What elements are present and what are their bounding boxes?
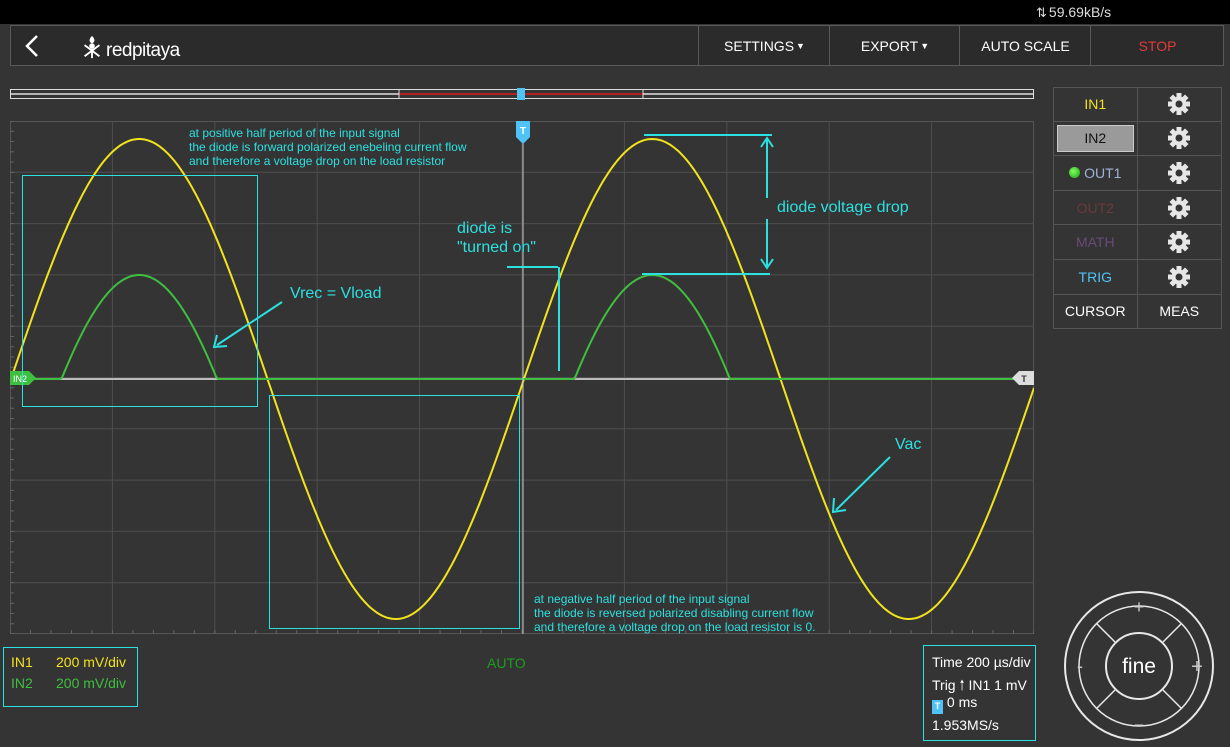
diode-on-annotation: diode is "turned on" — [457, 219, 536, 257]
annotation-line: and therefore a voltage drop on the load… — [534, 620, 816, 634]
annotation-line: diode is — [457, 220, 513, 237]
trigger-time-marker-label: T — [520, 126, 526, 137]
channel-row-math: MATH — [1053, 225, 1222, 260]
auto-scale-button[interactable]: AUTO SCALE — [959, 26, 1091, 65]
export-button[interactable]: EXPORT ▼ — [829, 26, 960, 65]
time-per-div: Time 200 µs/div — [932, 654, 1031, 670]
negative-half-box — [269, 395, 520, 629]
trig-button[interactable]: TRIG — [1054, 259, 1138, 294]
fine-button[interactable]: fine — [1122, 655, 1156, 678]
channel-panel: IN1 IN2 OUT1 OUT2 MATH TRIG CURSOR MEAS — [1053, 87, 1222, 330]
delay-value: 0 ms — [946, 694, 978, 710]
chevron-down-icon: ▼ — [796, 40, 805, 51]
auto-scale-label: AUTO SCALE — [981, 37, 1070, 54]
channel-math-settings[interactable] — [1138, 225, 1221, 259]
jog-down-button[interactable]: − — [1134, 715, 1145, 735]
buffer-position-bar[interactable] — [10, 86, 1036, 102]
positive-half-box — [22, 175, 258, 407]
settings-label: SETTINGS — [724, 37, 795, 54]
logo-text: redpitaya — [106, 40, 180, 61]
trig-source: IN1 1 mV — [968, 677, 1027, 693]
channel-row-out2: OUT2 — [1053, 190, 1222, 226]
rising-edge-icon: 🠑 — [959, 677, 965, 693]
annotation-line: and therefore a voltage drop on the load… — [189, 154, 446, 168]
trig-settings[interactable] — [1138, 260, 1221, 294]
gear-icon — [1168, 265, 1191, 288]
channel-math-button[interactable]: MATH — [1054, 225, 1138, 259]
in2-scale-value: 200 mV/div — [56, 675, 127, 691]
oscilloscope-plot[interactable]: T IN2 T at positive half period of the i… — [9, 120, 1035, 635]
gear-icon — [1168, 127, 1191, 150]
channel-out1-button[interactable]: OUT1 — [1054, 156, 1138, 190]
transfer-arrows-icon: ⇅ — [1036, 5, 1047, 20]
channel-row-in1: IN1 — [1053, 87, 1222, 122]
trigger-delay: T 0 ms — [932, 694, 977, 714]
jog-up-button[interactable]: + — [1134, 597, 1145, 617]
stop-label: STOP — [1138, 37, 1177, 54]
gear-icon — [1168, 93, 1191, 116]
channel-row-in2: IN2 — [1053, 121, 1222, 157]
annotation-line: at positive half period of the input sig… — [189, 126, 400, 140]
annotation-line: the diode is forward polarized enebeling… — [189, 140, 467, 154]
status-led-icon — [1069, 167, 1081, 179]
trigger-marker-icon: T — [932, 700, 943, 714]
redpitaya-logo-icon — [84, 35, 100, 59]
view-position-marker[interactable] — [517, 88, 525, 100]
transfer-rate: ⇅ 59.69kB/s — [1036, 4, 1111, 21]
status-bar: ⇅ 59.69kB/s — [0, 0, 1230, 24]
meas-button[interactable]: MEAS — [1138, 295, 1221, 329]
in1-scale-label: IN1 — [11, 654, 33, 670]
jog-left-button[interactable]: - — [1077, 656, 1083, 676]
annotation-line: "turned on" — [457, 239, 536, 256]
gear-icon — [1168, 161, 1191, 184]
in1-scale-value: 200 mV/div — [56, 654, 127, 670]
in2-scale-label: IN2 — [11, 675, 33, 691]
channel-out1-label: OUT1 — [1084, 164, 1122, 181]
gear-icon — [1168, 196, 1191, 219]
channel-out2-settings[interactable] — [1138, 191, 1221, 225]
channel-row-out1: OUT1 — [1053, 156, 1222, 191]
acquisition-mode: AUTO — [487, 655, 526, 671]
settings-button[interactable]: SETTINGS ▼ — [698, 26, 830, 65]
diode-drop-annotation: diode voltage drop — [777, 199, 909, 216]
jog-right-button[interactable]: + — [1191, 656, 1203, 678]
timebase-info-box: Time 200 µs/div Trig 🠑 IN1 1 mV T 0 ms 1… — [923, 645, 1036, 741]
stop-button[interactable]: STOP — [1090, 26, 1224, 65]
channel-scale-box: IN1 200 mV/div IN2 200 mV/div — [3, 647, 138, 707]
navbar: redpitaya SETTINGS ▼ EXPORT ▼ AUTO SCALE S… — [10, 25, 1224, 66]
trigger-level-marker-label: T — [1021, 374, 1027, 384]
export-label: EXPORT — [860, 37, 919, 54]
jog-control[interactable]: fine + − - + — [1062, 589, 1216, 743]
channel-in1-button[interactable]: IN1 — [1054, 88, 1138, 121]
chevron-down-icon: ▼ — [920, 40, 930, 51]
tools-row: CURSOR MEAS — [1053, 294, 1222, 330]
channel-in1-settings[interactable] — [1138, 88, 1221, 121]
channel-in2-button[interactable]: IN2 — [1054, 121, 1138, 156]
sample-rate: 1.953MS/s — [932, 717, 999, 733]
trigger-time-marker[interactable]: T — [516, 121, 530, 144]
channel-in2-settings[interactable] — [1138, 122, 1221, 156]
vac-annotation: Vac — [895, 436, 922, 453]
cursor-button[interactable]: CURSOR — [1054, 294, 1138, 329]
vrec-annotation: Vrec = Vload — [290, 285, 382, 302]
annotation-line: the diode is reversed polarized disablin… — [534, 606, 814, 620]
channel-out1-settings[interactable] — [1138, 156, 1221, 190]
trig-label: Trig — [932, 677, 956, 693]
negative-half-annotation: at negative half period of the input sig… — [534, 592, 816, 634]
trigger-level-marker[interactable]: T — [1012, 371, 1034, 385]
gear-icon — [1168, 231, 1191, 254]
channel-out2-button[interactable]: OUT2 — [1054, 190, 1138, 225]
channel-in2-label: IN2 — [1057, 124, 1134, 153]
positive-half-annotation: at positive half period of the input sig… — [189, 126, 467, 168]
channel-row-trig: TRIG — [1053, 259, 1222, 295]
annotation-line: at negative half period of the input sig… — [534, 592, 750, 606]
transfer-rate-value: 59.69kB/s — [1048, 4, 1112, 20]
back-arrow-icon[interactable] — [23, 32, 41, 65]
